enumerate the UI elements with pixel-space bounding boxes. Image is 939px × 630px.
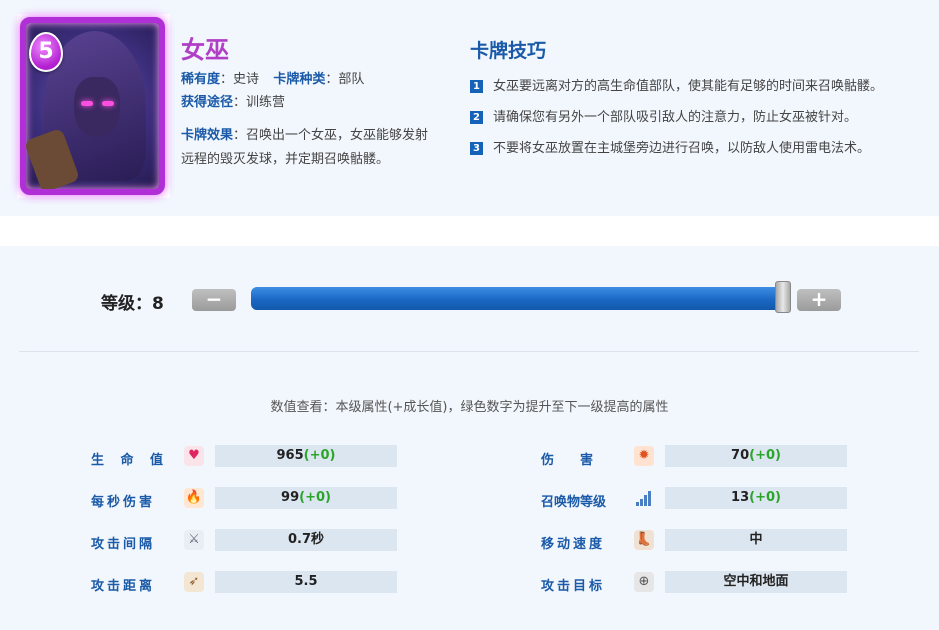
heart-icon: ♥: [184, 446, 204, 466]
tip-item: 2 请确保您有另外一个部队吸引敌人的注意力，防止女巫被针对。: [470, 106, 857, 125]
card-effect: 卡牌效果：召唤出一个女巫，女巫能够发射远程的毁灭发球，并定期召唤骷髅。: [181, 128, 429, 167]
rarity-line: 稀有度：史诗 卡牌种类：部队: [181, 72, 365, 87]
level-label: 等级：8: [101, 294, 164, 314]
stat-label-damage: 伤 害: [541, 453, 594, 468]
bars-icon: [634, 488, 654, 508]
level-decrease-button[interactable]: −: [192, 289, 236, 311]
stat-value-spawn-level: 13(+0): [665, 487, 847, 509]
stats-note: 数值查看：本级属性(+成长值)，绿色数字为提升至下一级提高的属性: [270, 400, 669, 415]
stat-label-target: 攻击目标: [541, 579, 606, 594]
rarity-value: 史诗: [233, 72, 260, 87]
stat-label-move-speed: 移动速度: [541, 537, 606, 552]
level-slider-handle[interactable]: [775, 281, 791, 313]
stat-label-range: 攻击距离: [91, 579, 156, 594]
stat-value-hit-speed: 0.7秒: [215, 529, 397, 551]
bow-icon: ➶: [184, 572, 204, 592]
tip-text: 女巫要远离对方的高生命值部队，使其能有足够的时间来召唤骷髅。: [493, 79, 884, 94]
crosshair-icon: ⊕: [634, 572, 654, 592]
stat-value-move-speed: 中: [665, 529, 847, 551]
obtain-value: 训练营: [246, 95, 286, 110]
stat-value-target: 空中和地面: [665, 571, 847, 593]
stat-label-spawn-level: 召唤物等级: [541, 495, 607, 510]
stat-value-dps: 99(+0): [215, 487, 397, 509]
divider: [19, 351, 919, 352]
card-name: 女巫: [181, 36, 229, 64]
type-label: 卡牌种类: [273, 72, 326, 87]
obtain-label: 获得途径: [181, 95, 234, 110]
elixir-cost-badge: 5: [29, 32, 63, 72]
tip-item: 3 不要将女巫放置在主城堡旁边进行召唤，以防敌人使用雷电法术。: [470, 137, 870, 156]
tips-title: 卡牌技巧: [470, 40, 547, 62]
tip-text: 不要将女巫放置在主城堡旁边进行召唤，以防敌人使用雷电法术。: [493, 141, 871, 156]
tip-number: 3: [470, 142, 483, 155]
card-image-frame: 5: [17, 14, 170, 198]
stat-value-range: 5.5: [215, 571, 397, 593]
level-slider-fill: [251, 287, 783, 310]
level-slider[interactable]: [251, 287, 783, 310]
tip-number: 1: [470, 80, 483, 93]
effect-label: 卡牌效果: [181, 128, 234, 143]
explosion-icon: ✹: [634, 446, 654, 466]
level-increase-button[interactable]: +: [797, 289, 841, 311]
stat-label-dps: 每秒伤害: [91, 495, 156, 510]
tip-item: 1 女巫要远离对方的高生命值部队，使其能有足够的时间来召唤骷髅。: [470, 75, 883, 94]
type-value: 部队: [338, 72, 365, 87]
obtain-line: 获得途径：训练营: [181, 95, 286, 110]
boot-icon: 👢: [634, 530, 654, 550]
stat-value-hp: 965(+0): [215, 445, 397, 467]
sword-icon: ⚔: [184, 530, 204, 550]
tip-number: 2: [470, 111, 483, 124]
fire-icon: 🔥: [184, 488, 204, 508]
stat-value-damage: 70(+0): [665, 445, 847, 467]
stat-label-hit-speed: 攻击间隔: [91, 537, 156, 552]
stat-label-hp: 生 命 值: [91, 453, 170, 468]
tip-text: 请确保您有另外一个部队吸引敌人的注意力，防止女巫被针对。: [493, 110, 858, 125]
rarity-label: 稀有度: [181, 72, 221, 87]
